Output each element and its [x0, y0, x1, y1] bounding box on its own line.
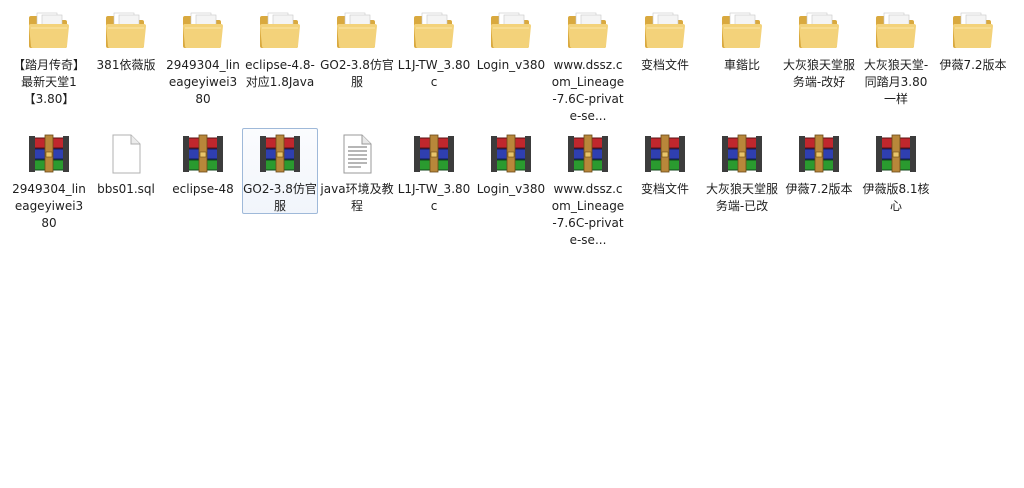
item-label: Login_v380	[476, 182, 546, 196]
rar-archive-icon	[487, 130, 535, 178]
rar-archive-icon	[641, 130, 689, 178]
item-label: 車鍇比	[723, 58, 760, 72]
folder-item[interactable]: www.dssz.com_Lineage-7.6C-private-se...	[550, 4, 626, 124]
item-label: 大灰狼天堂服务端-改好	[782, 58, 855, 89]
item-label: 变档文件	[640, 58, 689, 72]
folder-icon	[102, 6, 150, 54]
item-label: 381依薇版	[96, 58, 156, 72]
file-item[interactable]: bbs01.sql	[88, 128, 164, 248]
rar-archive-icon	[795, 130, 843, 178]
item-label: 变档文件	[640, 182, 689, 196]
item-label: Login_v380	[476, 58, 546, 72]
folder-icon	[333, 6, 381, 54]
rar-archive-icon	[564, 130, 612, 178]
folder-item[interactable]: 【踏月传奇】最新天堂1 【3.80】	[11, 4, 87, 124]
folder-item[interactable]: 变档文件	[627, 4, 703, 124]
folder-icon	[487, 6, 535, 54]
file-item[interactable]: 伊薇版8.1核心	[858, 128, 934, 248]
folder-item[interactable]: 車鍇比	[704, 4, 780, 124]
item-label: GO2-3.8仿官服	[243, 182, 317, 213]
folder-icon	[872, 6, 920, 54]
item-label: eclipse-48	[172, 182, 234, 196]
file-item[interactable]: eclipse-48	[165, 128, 241, 248]
item-label: 2949304_lineageyiwei380	[12, 182, 86, 230]
item-label: 大灰狼天堂-同踏月3.80一样	[863, 58, 929, 106]
item-label: 2949304_lineageyiwei380	[166, 58, 240, 106]
file-item[interactable]: Login_v380	[473, 128, 549, 248]
folder-icon	[179, 6, 227, 54]
folder-item[interactable]: eclipse-4.8-对应1.8Java	[242, 4, 318, 124]
items-row-1: 【踏月传奇】最新天堂1 【3.80】 381依薇版 2949304_lineag…	[11, 4, 1012, 124]
folder-icon	[564, 6, 612, 54]
item-label: L1J-TW_3.80c	[397, 182, 471, 213]
folder-icon	[718, 6, 766, 54]
rar-archive-icon	[872, 130, 920, 178]
file-item[interactable]: www.dssz.com_Lineage-7.6C-private-se...	[550, 128, 626, 248]
folder-icon	[795, 6, 843, 54]
file-icon	[102, 130, 150, 178]
folder-item[interactable]: 2949304_lineageyiwei380	[165, 4, 241, 124]
folder-icon	[641, 6, 689, 54]
file-item[interactable]: java环境及教程	[319, 128, 395, 248]
item-label: L1J-TW_3.80c	[397, 58, 471, 89]
file-item[interactable]: 变档文件	[627, 128, 703, 248]
item-label: 【踏月传奇】最新天堂1 【3.80】	[12, 58, 85, 106]
folder-icon	[256, 6, 304, 54]
file-item[interactable]: 2949304_lineageyiwei380	[11, 128, 87, 248]
folder-item[interactable]: 伊薇7.2版本	[935, 4, 1011, 124]
folder-item[interactable]: 大灰狼天堂-同踏月3.80一样	[858, 4, 934, 124]
folder-icon	[25, 6, 73, 54]
item-label: www.dssz.com_Lineage-7.6C-private-se...	[551, 58, 625, 123]
file-item[interactable]: L1J-TW_3.80c	[396, 128, 472, 248]
folder-item[interactable]: GO2-3.8仿官服	[319, 4, 395, 124]
file-item[interactable]: 大灰狼天堂服务端-已改	[704, 128, 780, 248]
item-label: java环境及教程	[320, 182, 394, 213]
file-item[interactable]: 伊薇7.2版本	[781, 128, 857, 248]
folder-item[interactable]: L1J-TW_3.80c	[396, 4, 472, 124]
file-explorer-icon-view[interactable]: 【踏月传奇】最新天堂1 【3.80】 381依薇版 2949304_lineag…	[0, 0, 1024, 488]
folder-icon	[949, 6, 997, 54]
folder-item[interactable]: 大灰狼天堂服务端-改好	[781, 4, 857, 124]
item-label: GO2-3.8仿官服	[320, 58, 394, 89]
folder-item[interactable]: Login_v380	[473, 4, 549, 124]
text-document-icon	[333, 130, 381, 178]
rar-archive-icon	[410, 130, 458, 178]
rar-archive-icon	[179, 130, 227, 178]
rar-archive-icon	[718, 130, 766, 178]
item-label: 伊薇版8.1核心	[862, 182, 930, 213]
item-label: eclipse-4.8-对应1.8Java	[245, 58, 315, 89]
folder-icon	[410, 6, 458, 54]
rar-archive-icon	[256, 130, 304, 178]
item-label: 大灰狼天堂服务端-已改	[705, 182, 778, 213]
rar-archive-icon	[25, 130, 73, 178]
file-item[interactable]: GO2-3.8仿官服	[242, 128, 318, 214]
items-row-2: 2949304_lineageyiwei380 bbs01.sql eclips…	[11, 128, 935, 248]
folder-item[interactable]: 381依薇版	[88, 4, 164, 124]
item-label: bbs01.sql	[97, 182, 155, 196]
item-label: 伊薇7.2版本	[939, 58, 1007, 72]
item-label: 伊薇7.2版本	[785, 182, 853, 196]
item-label: www.dssz.com_Lineage-7.6C-private-se...	[551, 182, 625, 247]
